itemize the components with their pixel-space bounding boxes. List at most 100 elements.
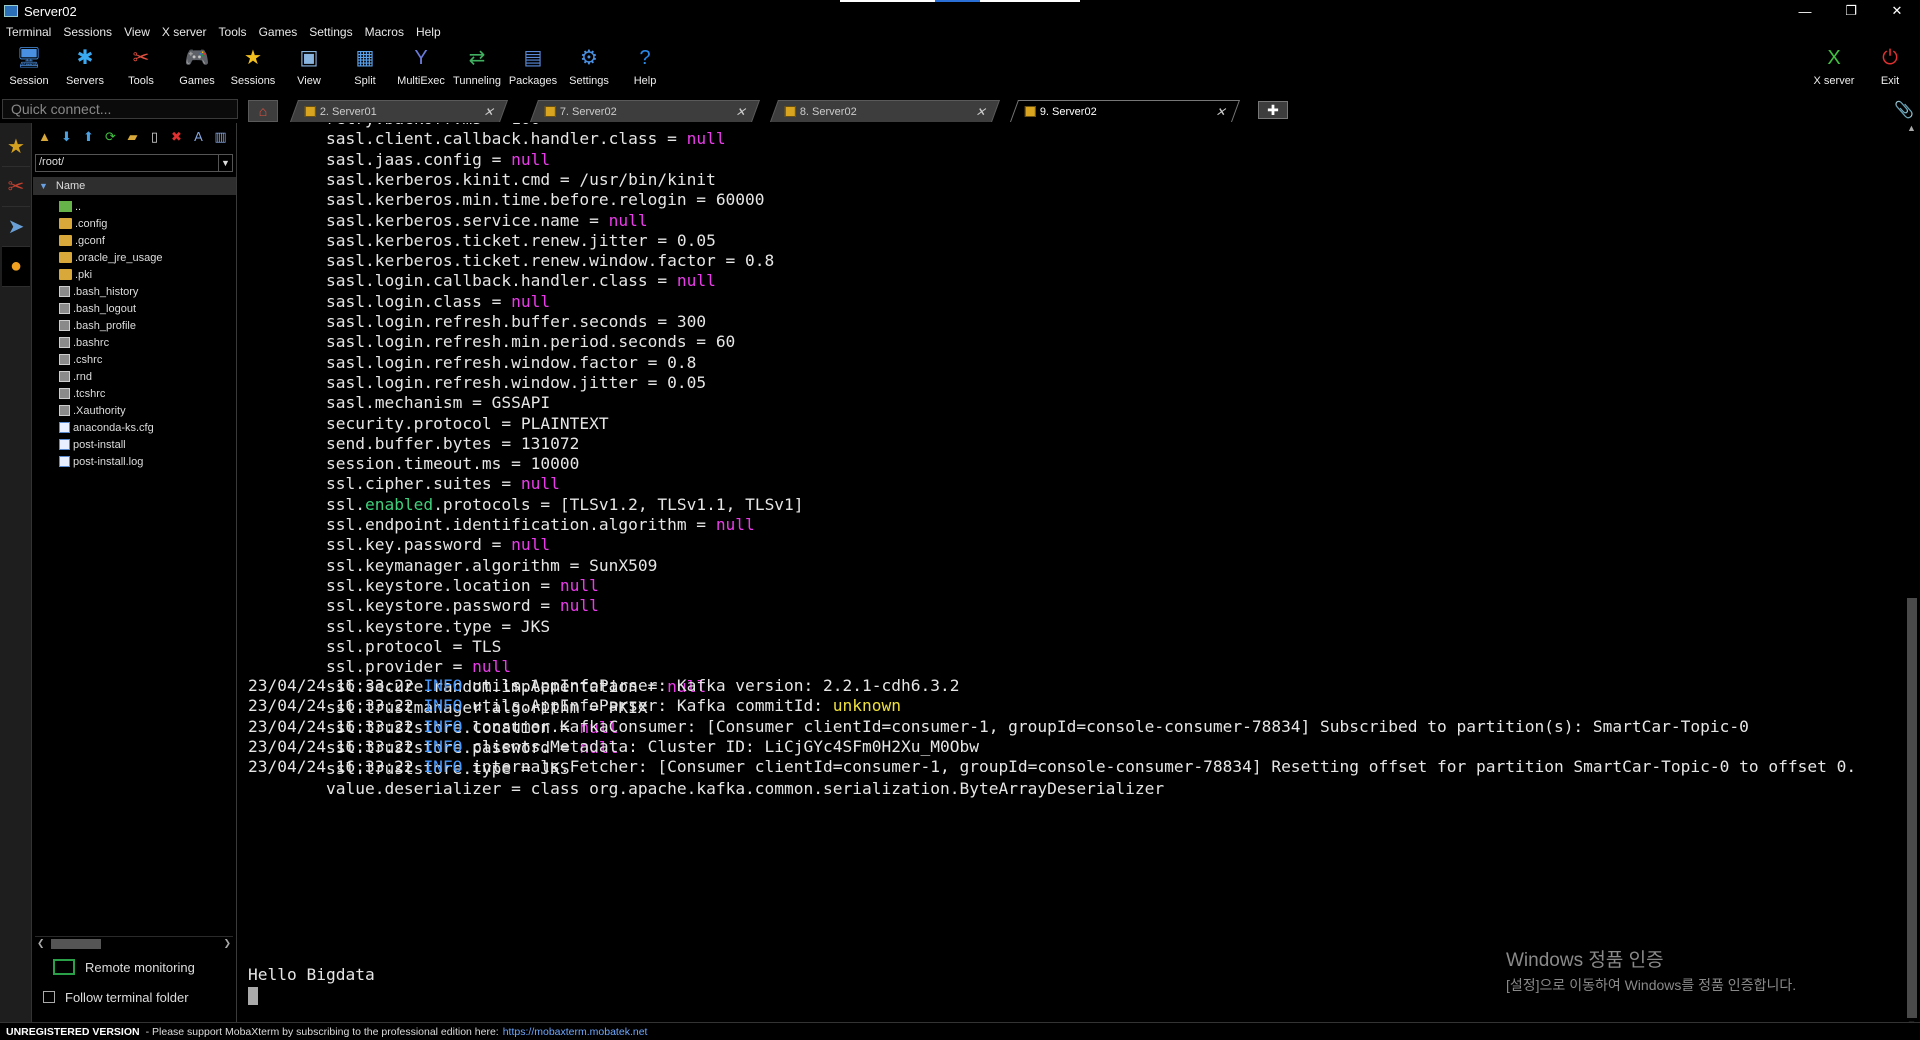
terminal-output[interactable]: retry.backoff.ms = 100 sasl.client.callb…	[242, 123, 1904, 1031]
exit-button[interactable]: ⏻ Exit	[1862, 42, 1918, 92]
config-value: 0.05	[676, 230, 716, 250]
tunneling-button[interactable]: ⇄ Tunneling	[449, 42, 505, 92]
tools-icon[interactable]: ✂	[2, 167, 30, 207]
tab-bar: ⌂ 2. Server01 ✕ 7. Server02 ✕ 8. Server0…	[242, 98, 1920, 122]
servers-button[interactable]: ✱ Servers	[57, 42, 113, 92]
horizontal-scrollbar[interactable]: ❮ ❯	[35, 936, 233, 950]
config-value: GSSAPI	[491, 393, 551, 413]
quick-connect-input[interactable]: Quick connect...	[2, 99, 238, 119]
path-field[interactable]: /root/ ▼	[35, 154, 233, 172]
sessions-button[interactable]: ★ Sessions	[225, 42, 281, 92]
chevron-down-icon[interactable]: ▼	[218, 155, 232, 171]
remote-monitoring-button[interactable]: Remote monitoring	[53, 956, 195, 978]
config-line: ssl.keystore.password = null	[325, 596, 599, 616]
home-icon: ⌂	[258, 103, 268, 119]
file-list-item[interactable]: .bashrc	[33, 334, 236, 351]
terminal-cursor	[248, 987, 258, 1005]
menu-settings[interactable]: Settings	[303, 25, 358, 39]
parent-folder-icon[interactable]: ▲	[35, 127, 54, 146]
scroll-right-icon[interactable]: ❯	[223, 938, 231, 949]
attach-icon[interactable]: 📎	[1894, 100, 1914, 120]
file-list-item[interactable]: .bash_logout	[33, 300, 236, 317]
config-key: ssl.provider	[325, 657, 443, 677]
session-button[interactable]: 🖥 Session	[1, 42, 57, 92]
toolbar-label: Packages	[508, 75, 558, 87]
file-list-item[interactable]: .gconf	[33, 232, 236, 249]
tab-server02-7[interactable]: 7. Server02 ✕	[529, 100, 761, 122]
file-list-header[interactable]: ▼ Name	[33, 177, 236, 195]
config-key: ssl.keystore.type	[325, 616, 492, 636]
new-file-icon[interactable]: ▯	[145, 127, 164, 146]
sftp-icon[interactable]: ●	[2, 247, 30, 287]
delete-icon[interactable]: ✖	[167, 127, 186, 146]
scroll-up-icon[interactable]: ▲	[1907, 123, 1916, 133]
menu-tools[interactable]: Tools	[213, 25, 253, 39]
settings-button[interactable]: ⚙ Settings	[561, 42, 617, 92]
file-list-item[interactable]: .rnd	[33, 368, 236, 385]
mobatek-link[interactable]: https://mobaxterm.mobatek.net	[503, 1026, 648, 1038]
terminal-scrollbar[interactable]: ▲ ▼	[1904, 123, 1920, 1031]
refresh-icon[interactable]: ⟳	[101, 127, 120, 146]
tools-button[interactable]: ✂ Tools	[113, 42, 169, 92]
split-button[interactable]: ▦ Split	[337, 42, 393, 92]
games-icon: 🎮	[184, 47, 210, 69]
menu-games[interactable]: Games	[253, 25, 304, 39]
send-icon[interactable]: ➤	[2, 207, 30, 247]
file-list-item[interactable]: .pki	[33, 266, 236, 283]
file-list-item[interactable]: .oracle_jre_usage	[33, 249, 236, 266]
new-tab-button[interactable]: ✚	[1258, 101, 1288, 119]
tab-server02-9[interactable]: 9. Server02 ✕	[1009, 100, 1241, 122]
packages-button[interactable]: ▤ Packages	[505, 42, 561, 92]
help-button[interactable]: ? Help	[617, 42, 673, 92]
drag-handle[interactable]	[840, 0, 1080, 2]
file-list-item[interactable]: .bash_profile	[33, 317, 236, 334]
scrollbar-thumb[interactable]	[51, 939, 101, 949]
tab-server01[interactable]: 2. Server01 ✕	[289, 100, 509, 122]
file-list-item[interactable]: anaconda-ks.cfg	[33, 419, 236, 436]
follow-terminal-folder-toggle[interactable]: Follow terminal folder	[43, 987, 189, 1007]
file-icon	[59, 388, 70, 399]
menu-x-server[interactable]: X server	[156, 25, 213, 39]
permissions-icon[interactable]: ▥	[211, 127, 230, 146]
new-folder-icon[interactable]: ▰	[123, 127, 142, 146]
tab-server02-8[interactable]: 8. Server02 ✕	[769, 100, 1001, 122]
menu-terminal[interactable]: Terminal	[0, 25, 57, 39]
toolbar-label: Session	[9, 75, 49, 87]
home-tab[interactable]: ⌂	[248, 100, 278, 122]
follow-terminal-checkbox[interactable]	[43, 991, 55, 1003]
menu-macros[interactable]: Macros	[359, 25, 410, 39]
file-list-item[interactable]: .config	[33, 215, 236, 232]
config-value: 0.05	[667, 372, 707, 392]
config-line: ssl.enabled.protocols = [TLSv1.2, TLSv1.…	[325, 494, 804, 514]
menu-help[interactable]: Help	[410, 25, 447, 39]
file-list: .. .config .gconf .oracle_jre_usage .pki .bas…	[33, 198, 236, 470]
config-line: retry.backoff.ms = 100	[248, 123, 540, 129]
menu-sessions[interactable]: Sessions	[57, 25, 118, 39]
file-list-item[interactable]: post-install	[33, 436, 236, 453]
upload-icon[interactable]: ⬆	[79, 127, 98, 146]
config-value: null	[520, 474, 560, 494]
file-list-item[interactable]: .Xauthority	[33, 402, 236, 419]
close-window-button[interactable]: ✕	[1874, 0, 1920, 22]
scrollbar-thumb[interactable]	[1907, 598, 1917, 1018]
scroll-left-icon[interactable]: ❮	[37, 938, 45, 949]
file-list-item[interactable]: .tcshrc	[33, 385, 236, 402]
file-list-item[interactable]: post-install.log	[33, 453, 236, 470]
menu-view[interactable]: View	[118, 25, 156, 39]
config-line: sasl.kerberos.min.time.before.relogin = …	[325, 190, 765, 210]
x-server-button[interactable]: X X server	[1806, 42, 1862, 92]
minimize-button[interactable]: —	[1782, 0, 1828, 22]
file-list-item[interactable]: ..	[33, 198, 236, 215]
sessions-star-icon[interactable]: ★	[2, 127, 30, 167]
restore-button[interactable]: ❐	[1828, 0, 1874, 22]
download-icon[interactable]: ⬇	[57, 127, 76, 146]
file-list-item[interactable]: .cshrc	[33, 351, 236, 368]
file-list-item[interactable]: .bash_history	[33, 283, 236, 300]
games-button[interactable]: 🎮 Games	[169, 42, 225, 92]
config-key: ssl.keystore.password	[325, 596, 531, 616]
rename-icon[interactable]: A	[189, 127, 208, 146]
config-key: sasl.kerberos.service.name	[325, 210, 580, 230]
multiexec-button[interactable]: Y MultiExec	[393, 42, 449, 92]
file-name: .Xauthority	[73, 404, 126, 417]
view-button[interactable]: ▣ View	[281, 42, 337, 92]
